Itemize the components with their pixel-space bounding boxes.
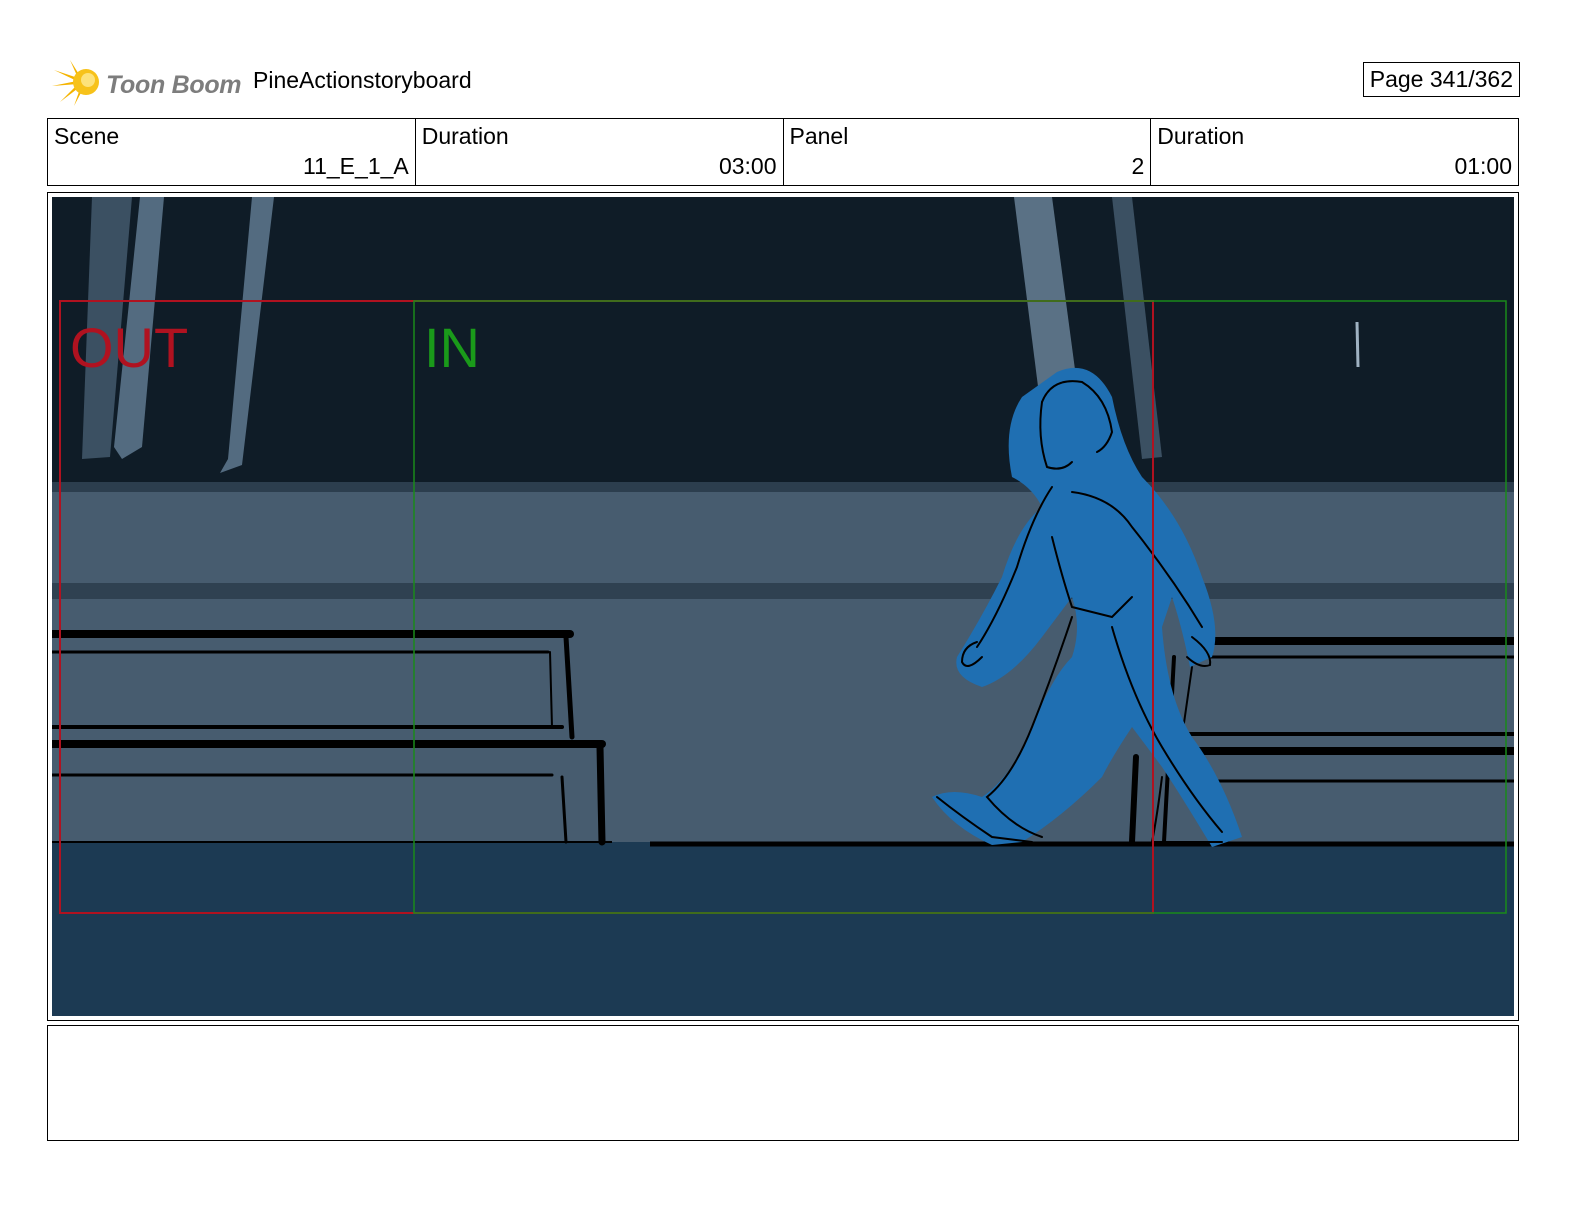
panel-cell: Panel 2 bbox=[784, 119, 1152, 185]
panel-duration-cell: Duration 01:00 bbox=[1151, 119, 1518, 185]
wall-top-ledge bbox=[52, 482, 1514, 492]
panel-label: Panel bbox=[789, 123, 849, 149]
scene-cell: Scene 11_E_1_A bbox=[48, 119, 416, 185]
panel-value: 2 bbox=[1131, 153, 1145, 179]
starburst-icon bbox=[52, 60, 99, 106]
page-number: Page 341/362 bbox=[1362, 62, 1520, 97]
wall-stripe bbox=[52, 583, 1514, 599]
panel-notes-box[interactable] bbox=[47, 1025, 1519, 1141]
out-label: OUT bbox=[70, 316, 188, 379]
scene-duration-label: Duration bbox=[421, 123, 509, 149]
project-title: PineActionstoryboard bbox=[253, 67, 472, 93]
back-wall bbox=[52, 483, 1514, 847]
toon-boom-logo: Toon Boom bbox=[50, 56, 250, 108]
floor bbox=[52, 842, 1514, 1016]
scene-value: 11_E_1_A bbox=[303, 153, 409, 179]
panel-duration-value: 01:00 bbox=[1454, 153, 1512, 179]
storyboard-drawing: OUT IN bbox=[52, 197, 1514, 1016]
scene-info-table: Scene 11_E_1_A Duration 03:00 Panel 2 Du… bbox=[47, 118, 1519, 186]
scene-label: Scene bbox=[54, 123, 120, 149]
page-header: Toon Boom PineActionstoryboard Page 341/… bbox=[48, 50, 1520, 110]
panel-frame: OUT IN bbox=[47, 192, 1519, 1021]
scene-duration-cell: Duration 03:00 bbox=[416, 119, 784, 185]
panel-duration-label: Duration bbox=[1157, 123, 1245, 149]
logo-wordmark: Toon Boom bbox=[106, 71, 242, 99]
scene-duration-value: 03:00 bbox=[718, 153, 777, 179]
panel-artwork: OUT IN bbox=[52, 197, 1514, 1016]
in-label: IN bbox=[424, 316, 480, 379]
